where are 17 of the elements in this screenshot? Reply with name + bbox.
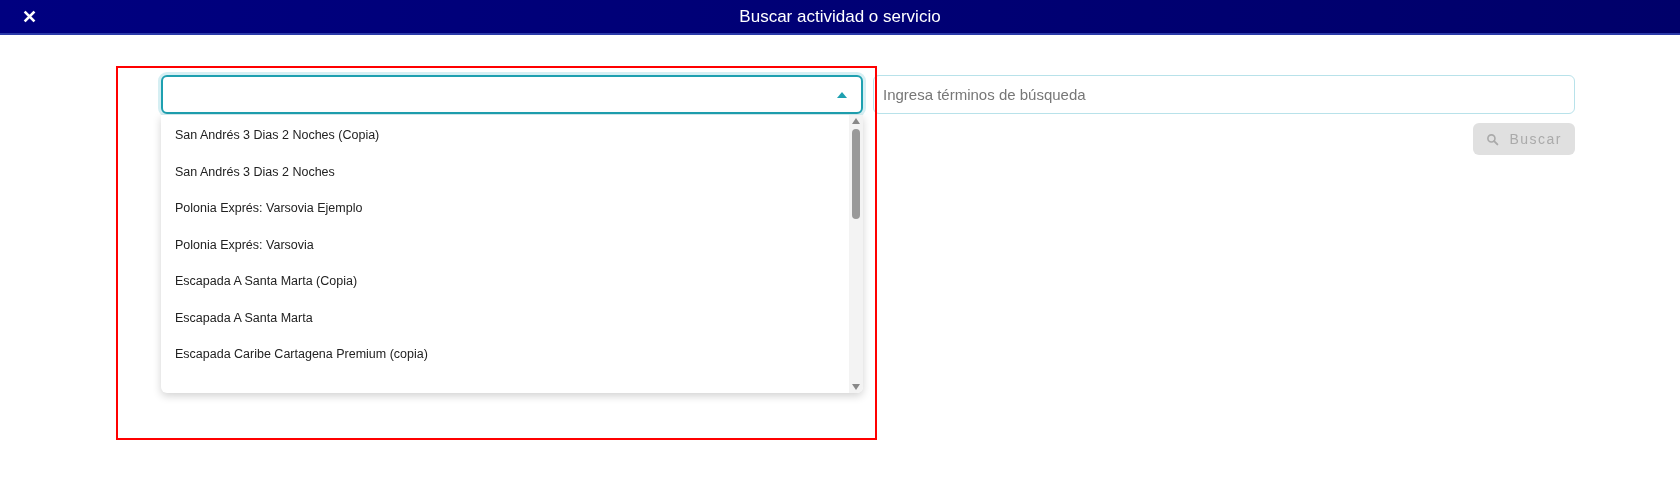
dropdown-option[interactable]: Polonia Exprés: Varsovia bbox=[161, 226, 849, 263]
dropdown-option[interactable]: Escapada Caribe Cartagena Premium (copia) bbox=[161, 336, 849, 373]
scrollbar-thumb[interactable] bbox=[852, 129, 860, 219]
dropdown-option[interactable]: Polonia Exprés: Varsovia Ejemplo bbox=[161, 190, 849, 227]
dropdown-option[interactable]: Escapada A Santa Marta bbox=[161, 299, 849, 336]
caret-icon bbox=[837, 91, 847, 98]
dropdown-option[interactable]: Escapada A Santa Marta (Copia) bbox=[161, 263, 849, 300]
search-icon bbox=[1486, 132, 1500, 146]
scroll-up-icon[interactable] bbox=[852, 118, 860, 124]
search-field[interactable]: Ingresa términos de búsqueda bbox=[873, 75, 1575, 114]
dropdown-option[interactable]: San Andrés 3 Dias 2 Noches bbox=[161, 153, 849, 190]
dropdown-select[interactable] bbox=[161, 75, 863, 114]
scrollbar[interactable] bbox=[849, 115, 863, 393]
window-title: Buscar actividad o servicio bbox=[738, 6, 942, 27]
scroll-down-icon[interactable] bbox=[852, 384, 860, 390]
close-button[interactable]: ✕ bbox=[14, 3, 44, 30]
dropdown-option[interactable]: San Andrés 3 Dias 2 Noches (Copia) bbox=[161, 117, 849, 154]
